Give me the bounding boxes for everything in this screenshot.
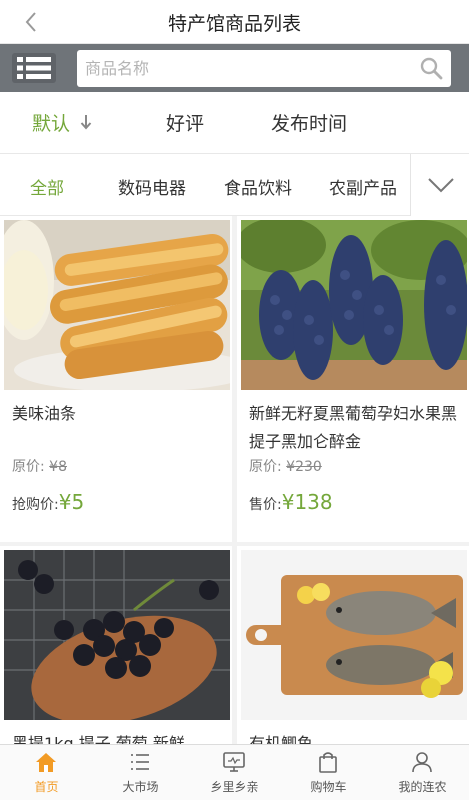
sort-rating[interactable]: 好评	[166, 109, 204, 136]
product-card[interactable]: 有机鲫鱼	[237, 546, 469, 744]
chevron-down-icon	[428, 178, 454, 193]
product-card[interactable]: 新鲜无籽夏黑葡萄孕妇水果黑提子黑加仑醉金 原价: ¥230 售价:¥138	[237, 216, 469, 542]
category-digital[interactable]: 数码电器	[118, 174, 186, 199]
sort-default[interactable]: 默认	[32, 109, 70, 136]
tab-profile[interactable]: 我的连农	[376, 745, 469, 800]
tab-market[interactable]: 大市场	[94, 745, 187, 800]
page-title: 特产馆商品列表	[167, 13, 301, 35]
product-title: 黑提1kg 提子 葡萄 新鲜	[12, 734, 185, 744]
search-box	[77, 50, 451, 87]
tab-label: 首页	[34, 780, 59, 794]
category-more-button[interactable]	[410, 154, 469, 216]
tab-label: 购物车	[310, 780, 347, 794]
product-grid: 美味油条 原价: ¥8 抢购价:¥5 新鲜无籽夏黑葡萄孕妇水果黑提子黑加仑醉金 …	[0, 216, 469, 744]
sale-price: 抢购价:¥5	[12, 490, 85, 514]
search-bar	[0, 44, 469, 92]
category-farm[interactable]: 农副产品	[329, 174, 397, 199]
header-bar: 特产馆商品列表	[0, 0, 469, 44]
product-title: 新鲜无籽夏黑葡萄孕妇水果黑提子黑加仑醉金	[249, 404, 458, 451]
monitor-icon	[223, 752, 245, 772]
product-title: 有机鲫鱼	[249, 734, 314, 744]
product-card[interactable]: 黑提1kg 提子 葡萄 新鲜	[0, 546, 232, 744]
list-icon	[131, 754, 149, 770]
list-menu-icon	[12, 53, 56, 83]
bottom-tab-bar: 首页 大市场 乡里乡亲 购物车 我的连农	[0, 744, 469, 800]
crucian-fish-image	[241, 550, 467, 720]
category-food[interactable]: 食品饮料	[224, 174, 292, 199]
original-price: 原价: ¥230	[249, 459, 322, 475]
home-icon	[36, 753, 56, 772]
category-bar: 全部 数码电器 食品饮料 农副产品	[0, 154, 469, 216]
grapes-vine-image	[241, 220, 467, 390]
shopping-bag-icon	[319, 752, 337, 773]
arrow-down-icon	[80, 115, 92, 130]
tab-label: 乡里乡亲	[210, 780, 259, 794]
grapes-on-board-image	[4, 550, 230, 720]
sale-price: 售价:¥138	[249, 490, 333, 514]
product-card[interactable]: 美味油条 原价: ¥8 抢购价:¥5	[0, 216, 232, 542]
tab-label: 大市场	[122, 780, 159, 794]
tab-label: 我的连农	[398, 780, 447, 794]
category-all[interactable]: 全部	[30, 174, 64, 199]
tab-cart[interactable]: 购物车	[282, 745, 375, 800]
original-price: 原价: ¥8	[12, 459, 67, 475]
search-icon[interactable]	[419, 56, 443, 80]
menu-button[interactable]	[12, 53, 56, 83]
fried-dough-sticks-image	[4, 220, 230, 390]
product-title: 美味油条	[12, 404, 77, 423]
tab-home[interactable]: 首页	[0, 745, 93, 800]
sort-bar: 默认 好评 发布时间	[0, 92, 469, 154]
sort-publish-time[interactable]: 发布时间	[271, 109, 347, 136]
search-input[interactable]	[77, 50, 407, 87]
tab-neighbors[interactable]: 乡里乡亲	[188, 745, 281, 800]
user-icon	[412, 752, 432, 773]
